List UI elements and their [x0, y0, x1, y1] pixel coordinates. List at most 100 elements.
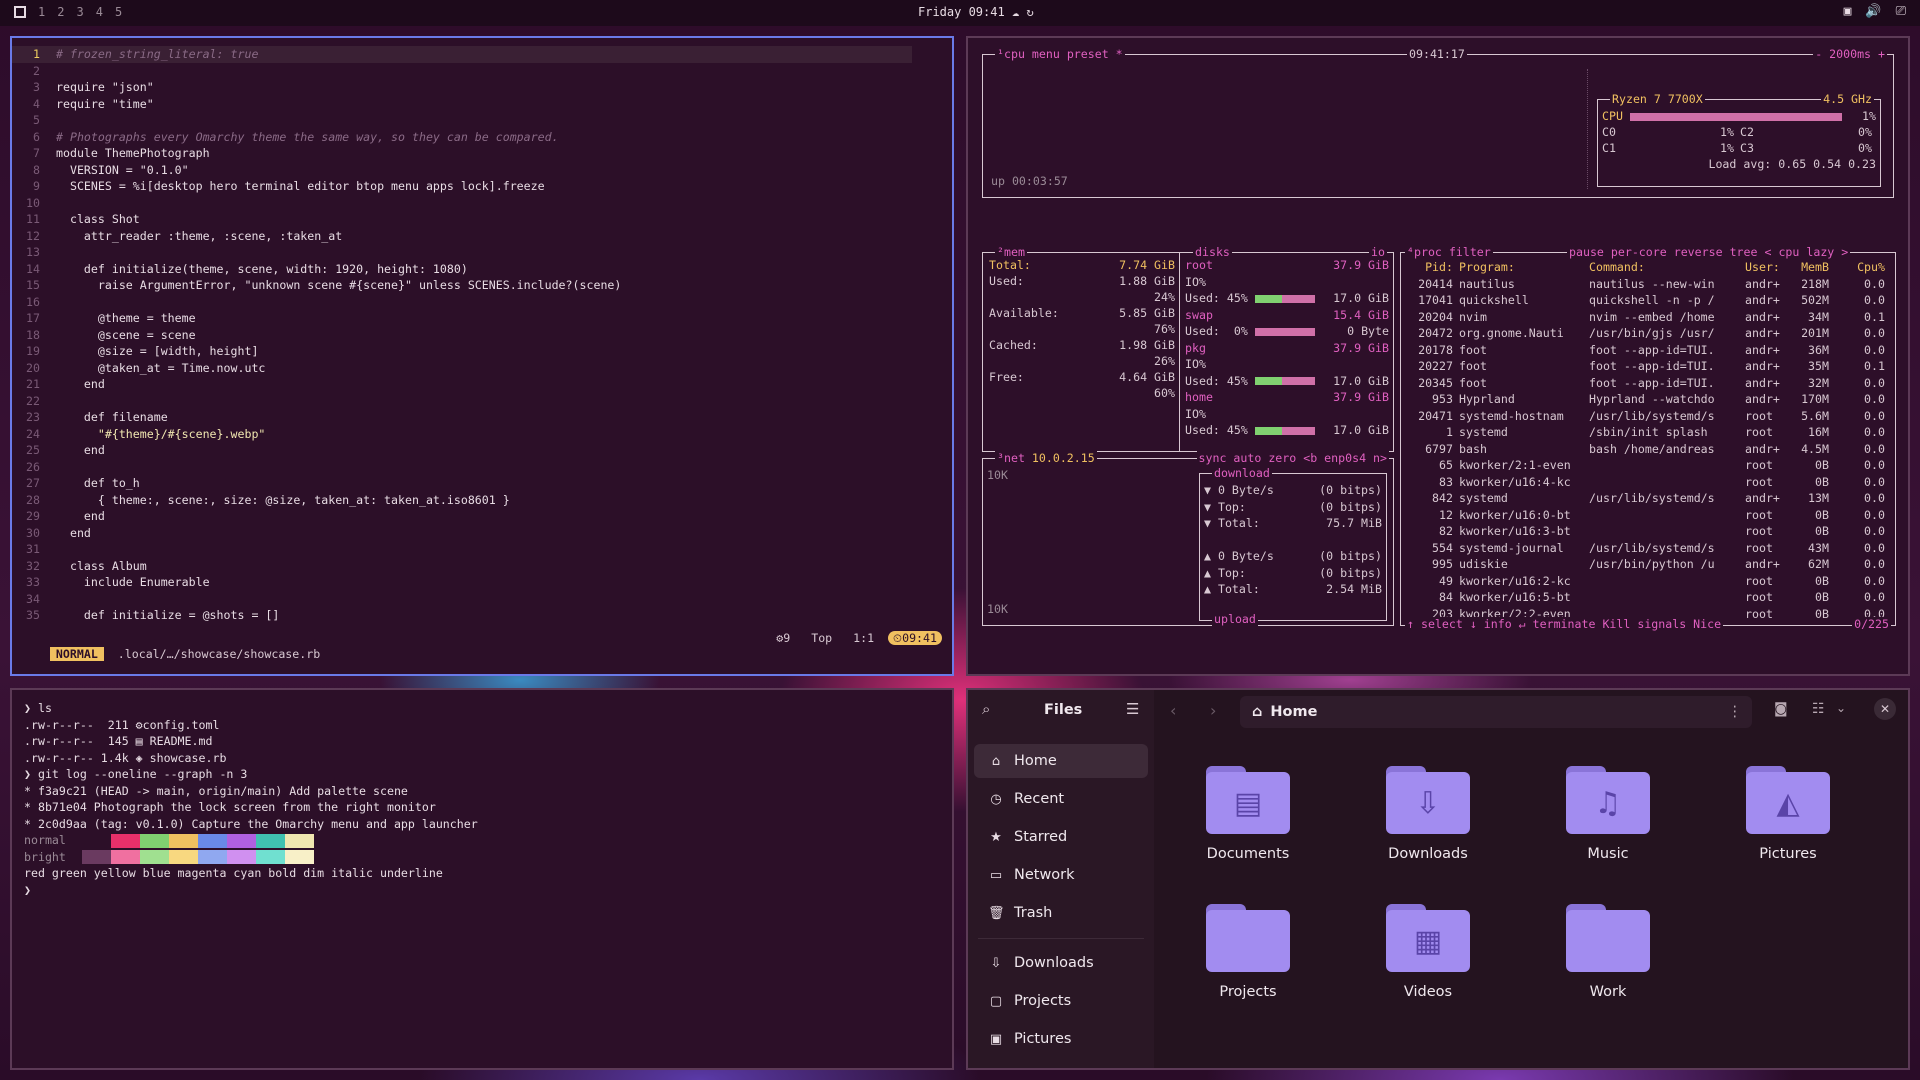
view-list-icon[interactable]: ☷ — [1812, 701, 1825, 717]
proc-percore[interactable]: per-core — [1611, 245, 1667, 259]
screen-icon[interactable]: ▣ — [1844, 4, 1852, 19]
code-text: end — [56, 509, 105, 523]
code-line[interactable]: 31 — [12, 541, 952, 558]
code-line[interactable]: 5 — [12, 112, 952, 129]
display-icon[interactable]: ⎚ — [1896, 4, 1906, 19]
code-line[interactable]: 10 — [12, 195, 952, 212]
clock[interactable]: Friday 09:41 ☁ ↻ — [918, 5, 1034, 19]
folder-pictures[interactable]: ◭ Pictures — [1728, 766, 1848, 862]
proc-tree[interactable]: tree — [1730, 245, 1758, 259]
folder-videos[interactable]: ▦ Videos — [1368, 904, 1488, 1000]
code-line[interactable]: 17 @theme = theme — [12, 310, 952, 327]
net-zero[interactable]: zero — [1268, 451, 1296, 465]
code-line[interactable]: 1 # frozen_string_literal: true — [12, 46, 912, 63]
code-line[interactable]: 14 def initialize(theme, scene, width: 1… — [12, 261, 952, 278]
path-menu-icon[interactable]: ⋮ — [1728, 704, 1743, 720]
line-number: 11 — [26, 212, 40, 226]
sidebar-item-recent[interactable]: ◷ Recent — [974, 782, 1148, 816]
sidebar-item-starred[interactable]: ★ Starred — [974, 820, 1148, 854]
net-sync[interactable]: sync — [1199, 451, 1227, 465]
code-line[interactable]: 34 — [12, 591, 952, 608]
folder-glyph-icon: ⇩ — [1415, 785, 1441, 821]
update-rate[interactable]: - 2000ms + — [1813, 47, 1887, 61]
code-line[interactable]: 21 end — [12, 376, 952, 393]
proc-sort[interactable]: < cpu lazy > — [1764, 245, 1848, 259]
workspace-3[interactable]: 3 — [76, 5, 83, 19]
folder-work[interactable]: Work — [1548, 904, 1668, 1000]
code-line[interactable]: 23 def filename — [12, 409, 952, 426]
code-line[interactable]: 13 — [12, 244, 952, 261]
code-line[interactable]: 8 VERSION = "0.1.0" — [12, 162, 952, 179]
sidebar-item-network[interactable]: ▭ Network — [974, 858, 1148, 892]
volume-icon[interactable]: 🔊 — [1865, 4, 1881, 19]
net-auto[interactable]: auto — [1233, 451, 1261, 465]
chevron-down-icon[interactable]: ⌄ — [1836, 701, 1846, 715]
folder-documents[interactable]: ▤ Documents — [1188, 766, 1308, 862]
net-interface[interactable]: <b enp0s4 n> — [1303, 451, 1387, 465]
camera-icon[interactable]: ◙ — [1774, 701, 1788, 717]
sidebar-item-pictures[interactable]: ▣ Pictures — [974, 1022, 1148, 1056]
proc-reverse[interactable]: reverse — [1674, 245, 1723, 259]
editor-window[interactable]: 1 # frozen_string_literal: true 2 3 require … — [10, 36, 954, 676]
code-line[interactable]: 20 @taken_at = Time.now.utc — [12, 360, 952, 377]
process-cell: 20345 — [1418, 375, 1453, 390]
code-line[interactable]: 2 — [12, 63, 952, 80]
folder-projects[interactable]: Projects — [1188, 904, 1308, 1000]
workspace-1[interactable]: 1 — [38, 5, 45, 19]
code-line[interactable]: 3 require "json" — [12, 79, 952, 96]
proc-filter[interactable]: filter — [1449, 245, 1491, 259]
sidebar-item-home[interactable]: ⌂ Home — [974, 744, 1148, 778]
btop-window[interactable]: ¹cpu menu preset * 09:41:17 - 2000ms + R… — [966, 36, 1910, 676]
search-icon[interactable]: ⌕ — [982, 700, 990, 718]
menu-toggle[interactable]: menu — [1032, 47, 1060, 61]
code-line[interactable]: 19 @size = [width, height] — [12, 343, 952, 360]
sidebar-item-downloads[interactable]: ⇩ Downloads — [974, 946, 1148, 980]
back-icon[interactable]: ‹ — [1170, 701, 1176, 720]
code-line[interactable]: 29 end — [12, 508, 952, 525]
code-line[interactable]: 27 def to_h — [12, 475, 952, 492]
folder-downloads[interactable]: ⇩ Downloads — [1368, 766, 1488, 862]
code-line[interactable]: 24 "#{theme}/#{scene}.webp" — [12, 426, 952, 443]
forward-icon[interactable]: › — [1210, 701, 1216, 720]
omarchy-logo-icon[interactable] — [14, 6, 26, 18]
code-line[interactable]: 18 @scene = scene — [12, 327, 952, 344]
close-icon[interactable]: ✕ — [1874, 698, 1896, 720]
workspace-5[interactable]: 5 — [115, 5, 122, 19]
path-bar[interactable]: ⌂ Home ⋮ — [1240, 696, 1752, 728]
folder-music[interactable]: ♫ Music — [1548, 766, 1668, 862]
code-line[interactable]: 32 class Album — [12, 558, 952, 575]
code-line[interactable]: 11 class Shot — [12, 211, 952, 228]
code-line[interactable]: 6 # Photographs every Omarchy theme the s… — [12, 129, 952, 146]
workspace-4[interactable]: 4 — [96, 5, 103, 19]
terminal-output[interactable]: ❯ ls .rw-r--r-- 211 ⚙config.toml .rw-r--r-… — [24, 700, 944, 898]
preset-toggle[interactable]: preset * — [1067, 47, 1123, 61]
code-line[interactable]: 15 raise ArgumentError, "unknown scene #… — [12, 277, 952, 294]
disk-header: home 37.9 GiB — [1185, 389, 1389, 406]
code-line[interactable]: 26 — [12, 459, 952, 476]
proc-footer[interactable]: ↑ select ↓ info ↵ terminate Kill signals… — [1405, 617, 1724, 631]
sidebar-menu-icon[interactable]: ☰ — [1126, 700, 1139, 718]
sidebar-item-trash[interactable]: 🗑 Trash — [974, 896, 1148, 930]
code-line[interactable]: 7 module ThemePhotograph — [12, 145, 952, 162]
code-line[interactable]: 16 — [12, 294, 952, 311]
mem-cached-percent: 26% — [1154, 354, 1175, 368]
code-line[interactable]: 33 include Enumerable — [12, 574, 952, 591]
code-line[interactable]: 25 end — [12, 442, 952, 459]
code-line[interactable]: 22 — [12, 393, 952, 410]
code-line[interactable]: 28 { theme:, scene:, size: @size, taken_… — [12, 492, 952, 509]
code-line[interactable]: 35 def initialize = @shots = [] — [12, 607, 952, 624]
line-number: 27 — [26, 476, 40, 490]
terminal-window[interactable]: ❯ ls .rw-r--r-- 211 ⚙config.toml .rw-r--r-… — [10, 688, 954, 1070]
sidebar-item-label: Starred — [1014, 829, 1068, 845]
file-manager-window[interactable]: ⌕ Files ☰ ⌂ Home ◷ Recent ★ Starred ▭ Network 🗑 T… — [966, 688, 1910, 1070]
code-line[interactable]: 12 attr_reader :theme, :scene, :taken_at — [12, 228, 952, 245]
sidebar-item-projects[interactable]: ▢ Projects — [974, 984, 1148, 1018]
proc-pause[interactable]: pause — [1569, 245, 1604, 259]
recent-icon: ◷ — [990, 791, 1002, 807]
code-line[interactable]: 4 require "time" — [12, 96, 952, 113]
code-line[interactable]: 9 SCENES = %i[desktop hero terminal edit… — [12, 178, 952, 195]
workspace-2[interactable]: 2 — [57, 5, 64, 19]
code-line[interactable]: 30 end — [12, 525, 952, 542]
process-cell: org.gnome.Nauti — [1459, 326, 1564, 340]
downloads-icon: ⇩ — [990, 955, 1002, 971]
